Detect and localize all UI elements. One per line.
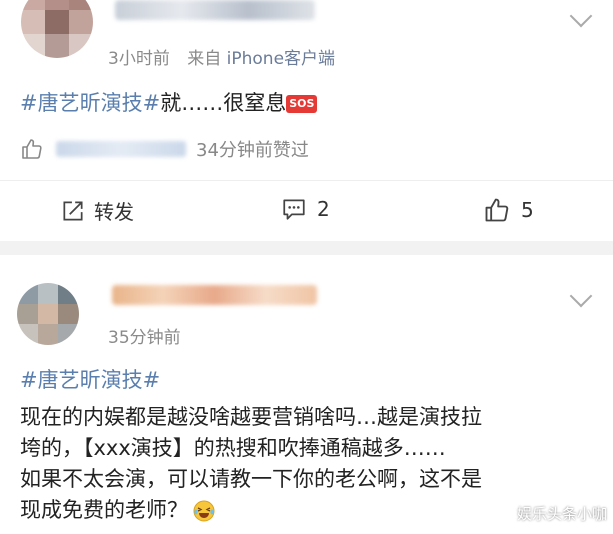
like-button[interactable]: 5 xyxy=(483,196,534,224)
comment-icon xyxy=(281,196,307,222)
username[interactable] xyxy=(115,0,315,20)
laughing-emoji-icon xyxy=(192,499,216,523)
repost-button[interactable]: 转发 xyxy=(60,196,134,225)
avatar[interactable] xyxy=(17,283,79,345)
repost-label: 转发 xyxy=(94,200,134,224)
post-separator xyxy=(0,241,613,255)
source-prefix: 来自 xyxy=(187,49,222,69)
post-meta: 3小时前 来自 iPhone客户端 xyxy=(108,44,335,69)
watermark: 娱乐头条小咖 xyxy=(516,505,607,523)
divider xyxy=(0,180,613,181)
post-time: 3小时前 xyxy=(108,49,170,69)
chevron-down-icon[interactable] xyxy=(569,284,593,308)
post-content: #唐艺昕演技# 现在的内娱都是越没啥越要营销啥吗…越是演技拉 垮的，【xxx演技… xyxy=(20,365,482,526)
post-1: 3小时前 来自 iPhone客户端 #唐艺昕演技#就……很窒息 SOS 34分钟前… xyxy=(0,0,613,241)
comment-count: 2 xyxy=(317,197,330,221)
post-text-line: 垮的，【xxx演技】的热搜和吹捧通稿越多…… xyxy=(20,436,446,460)
username[interactable] xyxy=(112,285,317,305)
share-icon xyxy=(60,198,86,224)
chevron-down-icon[interactable] xyxy=(569,4,593,28)
liked-by-row[interactable]: 34分钟前赞过 xyxy=(20,136,309,162)
hashtag-link[interactable]: #唐艺昕演技# xyxy=(20,91,160,115)
source-device[interactable]: iPhone客户端 xyxy=(227,49,335,69)
sos-emoji: SOS xyxy=(286,95,318,113)
thumbs-up-icon xyxy=(483,196,511,224)
post-text-line: 如果不太会演，可以请教一下你的老公啊，这不是 xyxy=(20,467,482,491)
post-time: 35分钟前 xyxy=(108,328,181,348)
thumbs-up-icon xyxy=(20,137,44,161)
comment-button[interactable]: 2 xyxy=(281,196,330,222)
avatar[interactable] xyxy=(21,0,93,58)
post-text-line: 现成免费的老师？ xyxy=(20,498,188,522)
like-time-text: 34分钟前赞过 xyxy=(196,140,309,161)
hashtag-link[interactable]: #唐艺昕演技# xyxy=(20,365,482,396)
post-content: #唐艺昕演技#就……很窒息 SOS xyxy=(20,88,318,119)
post-text: 就……很窒息 xyxy=(160,91,287,115)
liked-by-name xyxy=(56,141,186,157)
post-2: 35分钟前 #唐艺昕演技# 现在的内娱都是越没啥越要营销啥吗…越是演技拉 垮的，… xyxy=(0,255,613,534)
like-count: 5 xyxy=(521,198,534,222)
post-text-line: 现在的内娱都是越没啥越要营销啥吗…越是演技拉 xyxy=(20,405,482,429)
